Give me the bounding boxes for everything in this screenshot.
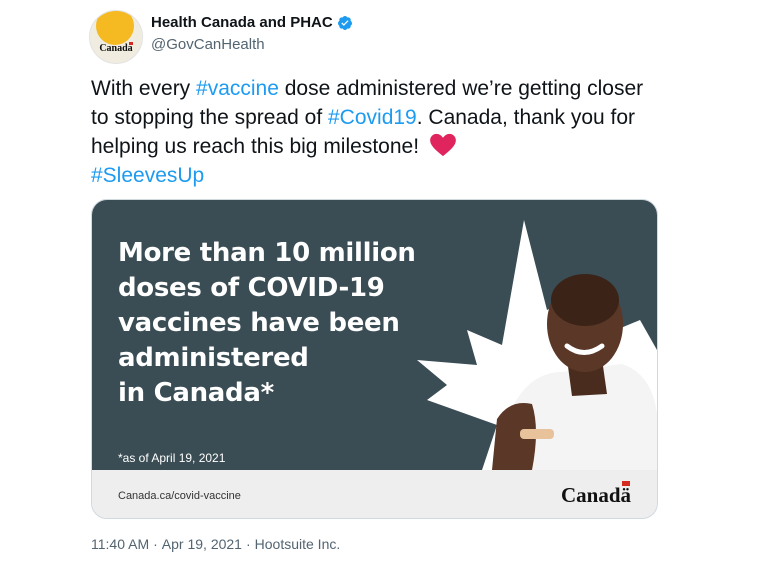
tweet-text-segment: With every: [91, 77, 197, 100]
red-heart-icon: [430, 133, 456, 157]
hashtag-vaccine-link[interactable]: #vaccine: [196, 77, 279, 100]
tweet-time[interactable]: 11:40 AM: [91, 536, 149, 552]
verified-badge-icon: [337, 15, 352, 30]
card-footer: Canada.ca/covid-vaccine Canadä: [92, 470, 657, 518]
hashtag-sleevesup-link[interactable]: #SleevesUp: [91, 164, 204, 187]
headline-line: vaccines have been: [118, 308, 400, 338]
author-handle[interactable]: @GovCanHealth: [151, 36, 265, 53]
author-avatar[interactable]: Canada: [89, 10, 143, 64]
wordmark-text: Canadä: [560, 483, 631, 507]
person-photo: [492, 274, 657, 470]
card-headline: More than 10 million doses of COVID-19 v…: [118, 236, 448, 411]
media-card[interactable]: More than 10 million doses of COVID-19 v…: [91, 199, 658, 519]
headline-line: More than 10 million: [118, 238, 416, 268]
tweet-date[interactable]: Apr 19, 2021: [162, 536, 242, 552]
headline-line: doses of COVID-19: [118, 273, 385, 303]
hashtag-covid19-link[interactable]: #Covid19: [328, 106, 417, 129]
avatar-wordmark: Canada: [99, 43, 133, 54]
author-display-name[interactable]: Health Canada and PHAC: [151, 14, 333, 31]
card-footnote: *as of April 19, 2021: [118, 451, 226, 465]
card-url: Canada.ca/covid-vaccine: [118, 490, 241, 502]
tweet-text: With every #vaccine dose administered we…: [91, 74, 651, 190]
avatar-flag-icon: [129, 42, 133, 45]
wordmark-flag-icon: [622, 481, 630, 486]
tweet-source[interactable]: Hootsuite Inc.: [255, 536, 341, 552]
headline-line: in Canada*: [118, 378, 274, 408]
canada-wordmark: Canadä: [560, 481, 631, 508]
meta-separator: ·: [153, 536, 158, 552]
sun-graphic: [96, 11, 134, 45]
author-name-row[interactable]: Health Canada and PHAC: [151, 14, 353, 31]
tweet-metadata: 11:40 AM · Apr 19, 2021 · Hootsuite Inc.: [91, 536, 340, 552]
headline-line: administered: [118, 343, 309, 373]
meta-separator: ·: [245, 536, 251, 552]
